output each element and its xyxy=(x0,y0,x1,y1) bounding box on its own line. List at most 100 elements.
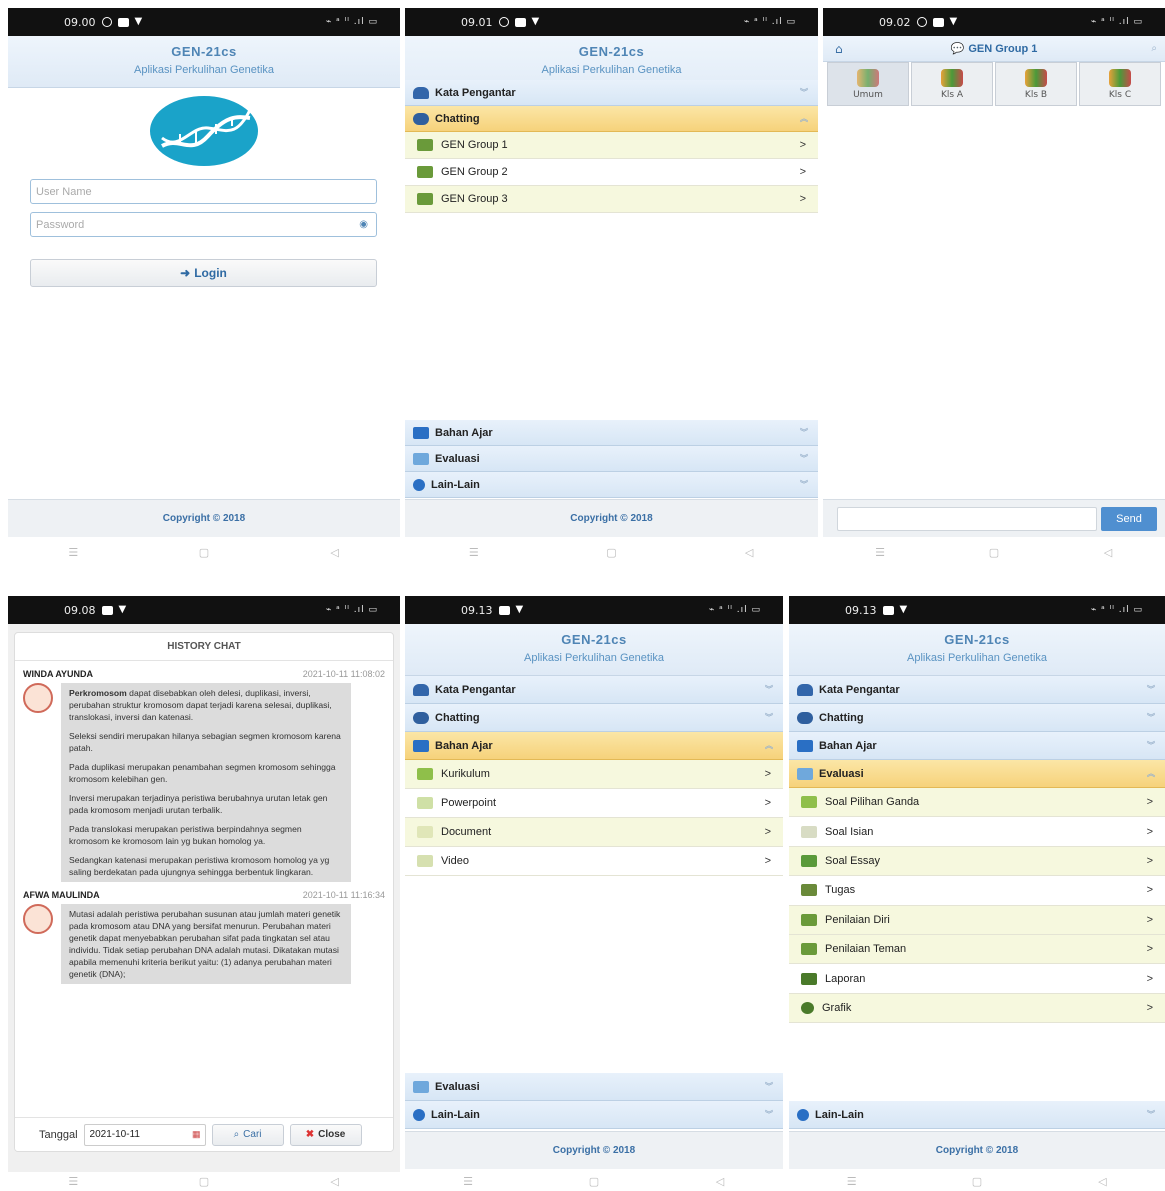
menu-nav-icon[interactable]: ☰ xyxy=(822,1175,882,1188)
section-lain-lain[interactable]: Lain-Lain ︾ xyxy=(789,1101,1165,1129)
tab-kls-c[interactable]: Kls C xyxy=(1079,62,1161,106)
back-nav-icon[interactable]: ◁ xyxy=(305,546,365,559)
clock: 09.02 xyxy=(879,15,911,29)
section-kata-pengantar[interactable]: Kata Pengantar ︾ xyxy=(789,676,1165,704)
copyright-text: Copyright © 2018 xyxy=(552,1145,636,1156)
home-nav-icon[interactable]: ▢ xyxy=(174,1175,234,1188)
section-bahan-ajar[interactable]: Bahan Ajar ︾ xyxy=(789,732,1165,760)
list-item-tugas[interactable]: Tugas > xyxy=(789,876,1165,906)
tab-umum[interactable]: Umum xyxy=(827,62,909,106)
search-button[interactable]: ⌕ Cari xyxy=(211,1123,284,1146)
section-evaluasi[interactable]: Evaluasi ︾ xyxy=(405,1073,783,1101)
back-nav-icon[interactable]: ◁ xyxy=(1078,546,1138,559)
menu-nav-icon[interactable]: ☰ xyxy=(43,546,103,559)
section-label: Bahan Ajar xyxy=(435,739,493,752)
section-bahan-ajar[interactable]: Bahan Ajar ︾ xyxy=(405,420,818,446)
message-icon xyxy=(101,605,113,615)
menu-nav-icon[interactable]: ☰ xyxy=(444,546,504,559)
app-title: GEN-21cs xyxy=(171,44,237,59)
section-lain-lain[interactable]: Lain-Lain ︾ xyxy=(405,1101,783,1129)
section-evaluasi[interactable]: Evaluasi ︾ xyxy=(405,446,818,472)
chevron-right-icon: > xyxy=(764,855,771,867)
chevron-right-icon: > xyxy=(1146,796,1153,809)
login-button[interactable]: ➜ Login xyxy=(30,259,377,287)
list-item-gen-group-1[interactable]: GEN Group 1 > xyxy=(405,132,818,159)
copyright-text: Copyright © 2018 xyxy=(935,1145,1019,1156)
chevron-down-icon: ︾ xyxy=(765,685,773,694)
list-item-kurikulum[interactable]: Kurikulum > xyxy=(405,760,783,789)
list-item-penilaian-diri[interactable]: Penilaian Diri > xyxy=(789,905,1165,935)
section-bahan-ajar[interactable]: Bahan Ajar ︽ xyxy=(405,732,783,760)
message-bubble: Perkromosom dapat disebabkan oleh delesi… xyxy=(61,683,351,882)
message-timestamp: 2021-10-11 11:16:34 xyxy=(302,890,385,900)
chevron-up-icon: ︽ xyxy=(800,114,808,123)
clock: 09.01 xyxy=(461,15,493,29)
user-add-icon xyxy=(801,913,817,926)
section-label: Bahan Ajar xyxy=(819,739,877,752)
section-chatting[interactable]: Chatting ︾ xyxy=(405,704,783,732)
home-nav-icon[interactable]: ▢ xyxy=(947,1175,1007,1188)
list-item-soal-pilihan-ganda[interactable]: Soal Pilihan Ganda > xyxy=(789,788,1165,818)
message-item: AFWA MAULINDA 2021-10-11 11:16:34 Mutasi… xyxy=(23,890,385,984)
menu-nav-icon[interactable]: ☰ xyxy=(43,1175,103,1188)
send-button[interactable]: Send xyxy=(1101,506,1157,531)
section-label: Kata Pengantar xyxy=(819,683,900,696)
item-label: Powerpoint xyxy=(441,797,497,809)
home-nav-icon[interactable]: ▢ xyxy=(964,546,1024,559)
avatar xyxy=(23,904,53,934)
chevron-right-icon: > xyxy=(764,797,771,809)
section-chatting[interactable]: Chatting ︽ xyxy=(405,106,818,132)
chat-history-list[interactable]: WINDA AYUNDA 2021-10-11 11:08:02 Perkrom… xyxy=(15,669,393,984)
section-kata-pengantar[interactable]: Kata Pengantar ︾ xyxy=(405,80,818,106)
android-nav-bar: ☰ ▢ ◁ xyxy=(8,1172,400,1191)
user-icon xyxy=(413,683,429,696)
back-nav-icon[interactable]: ◁ xyxy=(719,546,779,559)
back-nav-icon[interactable]: ◁ xyxy=(305,1175,365,1188)
list-item-laporan[interactable]: Laporan > xyxy=(789,964,1165,994)
gear-icon xyxy=(797,1108,809,1121)
login-screen: 09.00 ▼ ⌁ ᵃ ᴵᴵ .ıl ▭ GEN-21cs Aplikasi Pe… xyxy=(8,8,400,576)
menu-nav-icon[interactable]: ☰ xyxy=(850,546,910,559)
chat-icon xyxy=(413,711,429,724)
list-item-gen-group-3[interactable]: GEN Group 3 > xyxy=(405,186,818,213)
home-nav-icon[interactable]: ▢ xyxy=(564,1175,624,1188)
section-evaluasi[interactable]: Evaluasi ︽ xyxy=(789,760,1165,788)
list-item-document[interactable]: Document > xyxy=(405,818,783,847)
chevron-down-icon: ︾ xyxy=(1147,1110,1155,1119)
password-field[interactable]: Password ◉ xyxy=(30,212,377,237)
list-item-soal-isian[interactable]: Soal Isian > xyxy=(789,817,1165,847)
list-item-grafik[interactable]: Grafik > xyxy=(789,993,1165,1024)
message-text: Sedangkan katenasi merupakan peristiwa k… xyxy=(69,855,330,877)
signal-indicators: ⌁ ᵃ ᴵᴵ .ıl ▭ xyxy=(743,17,796,27)
home-nav-icon[interactable]: ▢ xyxy=(174,546,234,559)
list-item-powerpoint[interactable]: Powerpoint > xyxy=(405,789,783,818)
back-nav-icon[interactable]: ◁ xyxy=(690,1175,750,1188)
tab-kls-a[interactable]: Kls A xyxy=(911,62,993,106)
search-icon[interactable]: ⌕ xyxy=(1151,43,1157,54)
section-lain-lain[interactable]: Lain-Lain ︾ xyxy=(405,472,818,498)
calendar-icon[interactable]: ▦ xyxy=(192,1129,201,1140)
list-item-soal-essay[interactable]: Soal Essay > xyxy=(789,846,1165,877)
chevron-up-icon: ︽ xyxy=(1147,769,1155,778)
tab-kls-b[interactable]: Kls B xyxy=(995,62,1077,106)
item-label: Soal Essay xyxy=(825,854,881,867)
home-icon[interactable]: ⌂ xyxy=(835,42,843,56)
chevron-right-icon: > xyxy=(1146,943,1153,956)
close-button[interactable]: ✖ Close xyxy=(289,1123,362,1146)
list-item-gen-group-2[interactable]: GEN Group 2 > xyxy=(405,159,818,186)
twitter-icon: ▼ xyxy=(118,604,127,615)
gear-icon xyxy=(413,478,425,491)
list-item-penilaian-teman[interactable]: Penilaian Teman > xyxy=(789,934,1165,965)
copyright-text: Copyright © 2018 xyxy=(570,513,653,524)
message-input[interactable] xyxy=(837,506,1097,531)
username-field[interactable]: User Name xyxy=(30,179,377,204)
section-chatting[interactable]: Chatting ︾ xyxy=(789,704,1165,732)
list-item-video[interactable]: Video > xyxy=(405,847,783,876)
date-input[interactable]: 2021-10-11 ▦ xyxy=(83,1123,206,1146)
menu-nav-icon[interactable]: ☰ xyxy=(438,1175,498,1188)
home-nav-icon[interactable]: ▢ xyxy=(581,546,641,559)
section-kata-pengantar[interactable]: Kata Pengantar ︾ xyxy=(405,676,783,704)
search-icon: ⌕ xyxy=(233,1129,240,1140)
back-nav-icon[interactable]: ◁ xyxy=(1072,1175,1132,1188)
eye-icon[interactable]: ◉ xyxy=(359,219,368,230)
